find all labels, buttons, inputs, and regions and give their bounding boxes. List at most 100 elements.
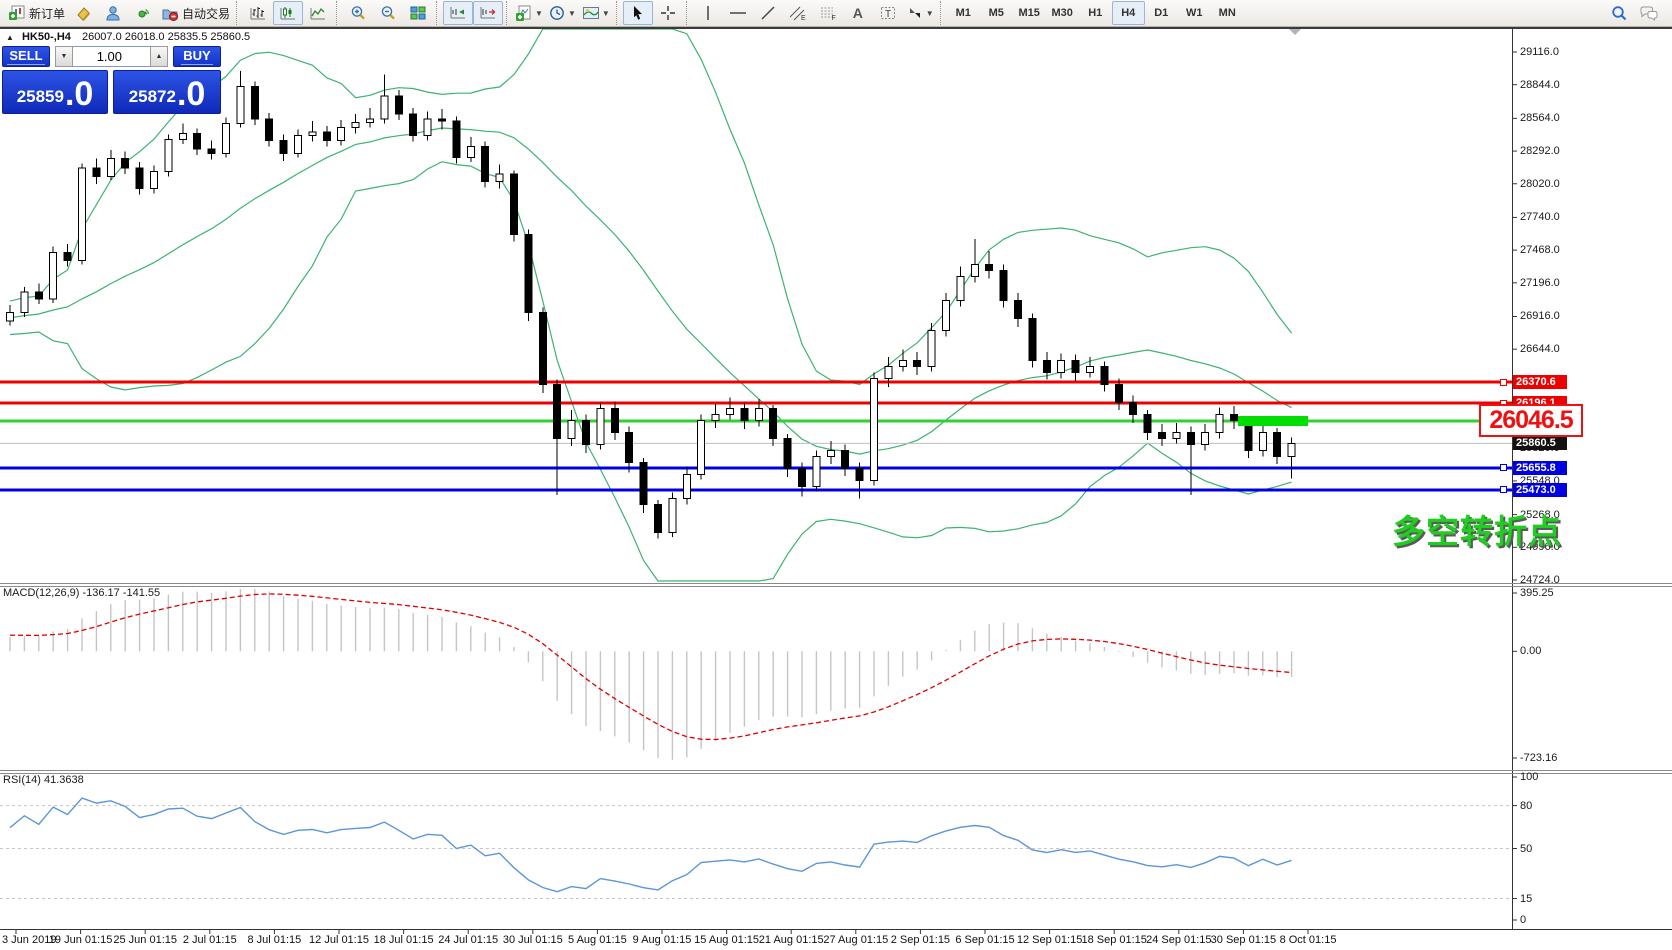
chart-symbol-title: HK50-,H4 [22,31,71,43]
vertical-line-button[interactable] [693,1,723,25]
timeframe-button-H1[interactable]: H1 [1079,1,1112,25]
chart-shift-button[interactable] [473,1,503,25]
timeframe-button-D1[interactable]: D1 [1145,1,1178,25]
candle-body [453,121,460,157]
equidistant-channel-button[interactable]: E [783,1,813,25]
sell-price-display[interactable]: 25859.0 [2,70,108,114]
trendline-icon [760,5,776,21]
timeframe-button-M5[interactable]: M5 [980,1,1013,25]
timeframe-button-MN[interactable]: MN [1211,1,1244,25]
candle-body [1173,433,1180,439]
one-click-trade-panel: SELL ▼ 1.00 ▲ BUY 25859.0 25872.0 [2,46,221,114]
candle-body [943,300,950,330]
highlight-trend-segment[interactable] [1238,416,1308,426]
templates-button[interactable]: ▼ [579,1,613,25]
candle-body [727,409,734,415]
signal-button[interactable] [128,1,158,25]
volume-decrease-button[interactable]: ▼ [55,46,73,67]
candle-body [784,439,791,469]
crosshair-button[interactable] [653,1,683,25]
toolbar-group-objects: ▼ ▼ ▼ [506,1,616,25]
candle-body [21,292,28,312]
text-tool-glyph: A [853,5,863,21]
candle-body [107,159,114,177]
candle-body [424,119,431,136]
candle-body [669,499,676,533]
candle-body [266,119,273,141]
candle-body [35,292,42,299]
candle-body [871,379,878,481]
line-chart-button[interactable] [303,1,333,25]
candle-body [1000,270,1007,300]
rsi-line [10,798,1292,892]
arrows-tool-button[interactable]: ▼ [903,1,937,25]
arrows-tool-icon [906,5,924,21]
zoom-out-button[interactable] [373,1,403,25]
buy-price-display[interactable]: 25872.0 [113,70,221,114]
chart-shift-marker-icon[interactable] [1288,28,1302,35]
candle-body [64,252,71,260]
search-button[interactable] [1604,1,1634,25]
eraser-button[interactable] [68,1,98,25]
buy-button[interactable]: BUY [173,46,221,67]
candle-body [899,360,906,366]
cursor-button[interactable] [623,1,653,25]
candle-body [1115,385,1122,403]
candle-body [1274,433,1281,457]
candle-body [50,252,57,299]
timeframe-button-M1[interactable]: M1 [947,1,980,25]
profile-button[interactable] [98,1,128,25]
horizontal-line-button[interactable] [723,1,753,25]
candle-body [280,140,287,153]
candle-body [554,385,561,439]
candlestick-chart-button[interactable] [273,1,303,25]
candle-body [914,360,921,366]
window-border [0,27,1672,29]
equidistant-channel-icon: E [789,5,807,21]
volume-increase-button[interactable]: ▲ [150,46,168,67]
svg-text:T: T [885,9,891,20]
rsi-indicator-label: RSI(14) 41.3638 [3,774,84,786]
candle-body [741,409,748,421]
candle-body [856,469,863,481]
timeframe-button-M15[interactable]: M15 [1013,1,1046,25]
trendline-button[interactable] [753,1,783,25]
timeframe-button-H4[interactable]: H4 [1112,1,1145,25]
macd-signal-line [10,594,1292,740]
arrows-dropdown-arrow: ▼ [926,9,934,18]
community-chat-button[interactable] [1634,1,1664,25]
chart-canvas[interactable] [0,0,1672,950]
candlestick-chart-icon [279,5,297,21]
volume-input[interactable]: 1.00 [73,46,150,67]
new-order-button[interactable]: 新订单 [6,1,68,25]
auto-scroll-button[interactable] [443,1,473,25]
timeframe-button-W1[interactable]: W1 [1178,1,1211,25]
tile-windows-button[interactable] [403,1,433,25]
svg-text:E: E [801,15,806,21]
candle-body [352,122,359,127]
fibonacci-button[interactable]: F [813,1,843,25]
autotrading-button[interactable]: 自动交易 [158,1,233,25]
candle-body [467,146,474,157]
bar-chart-icon [249,5,267,21]
candle-body [482,146,489,181]
timeframe-button-M30[interactable]: M30 [1046,1,1079,25]
periods-button[interactable]: ▼ [546,1,579,25]
candle-body [338,127,345,140]
indicators-button[interactable]: ▼ [513,1,546,25]
zoom-in-button[interactable] [343,1,373,25]
collapse-arrow-icon[interactable]: ▲ [6,33,14,42]
sell-button[interactable]: SELL [2,46,50,67]
crosshair-icon [660,5,676,21]
toolbar-group-drawing: E F A T ▼ [686,1,940,25]
candle-body [395,96,402,114]
new-order-label: 新订单 [29,5,65,22]
label-tool-button[interactable]: T [873,1,903,25]
candle-body [568,421,575,439]
text-tool-button[interactable]: A [843,1,873,25]
price-callout-box[interactable]: 26046.5 [1479,404,1583,437]
candle-body [381,96,388,119]
volume-spinner: ▼ 1.00 ▲ [55,46,168,67]
bar-chart-button[interactable] [243,1,273,25]
candle-body [525,234,532,312]
